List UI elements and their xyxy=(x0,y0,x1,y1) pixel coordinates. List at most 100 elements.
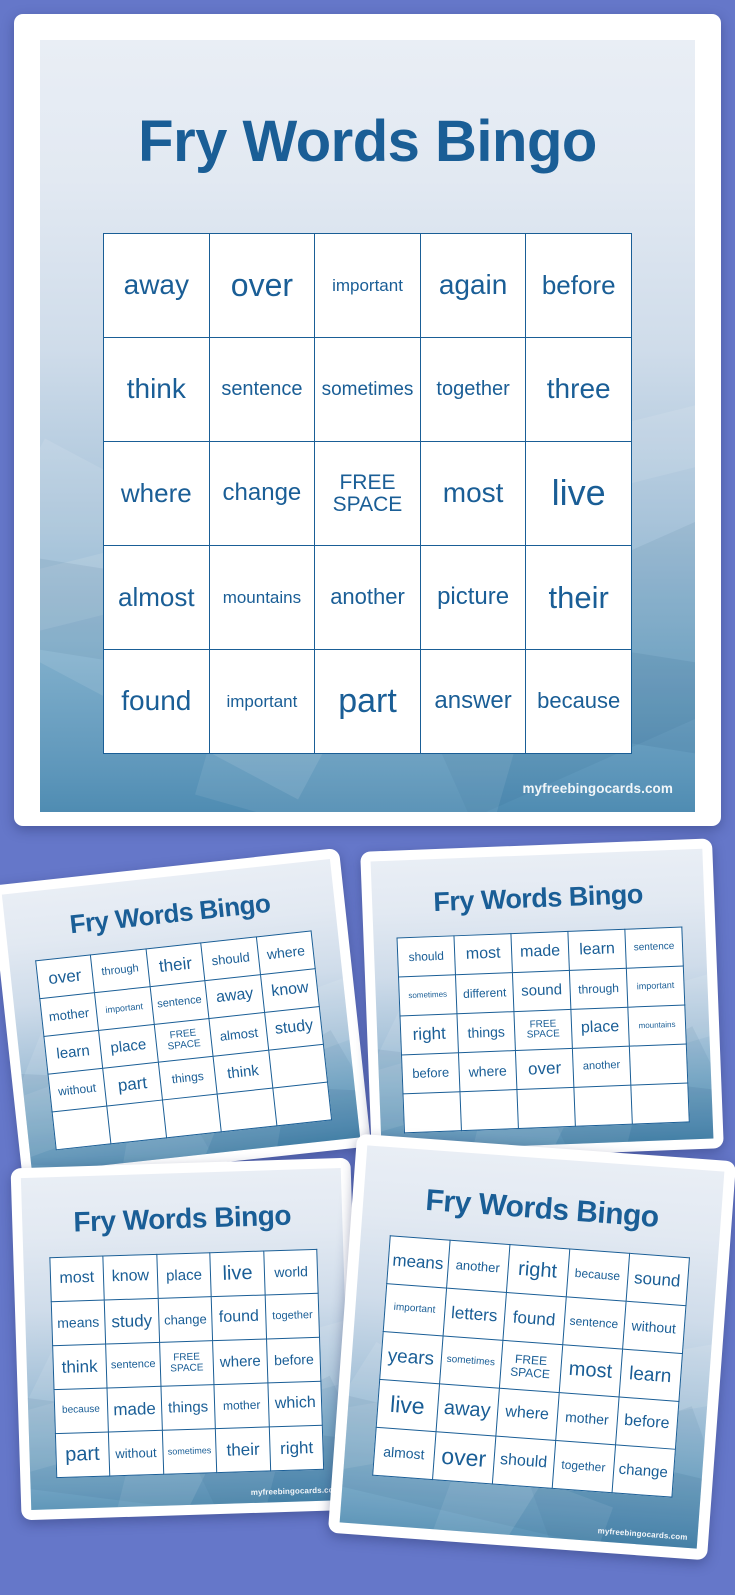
main-bingo-cell[interactable]: part xyxy=(314,649,421,754)
card-4-bingo-cell[interactable]: sometimes xyxy=(162,1428,218,1475)
main-bingo-cell[interactable]: because xyxy=(525,649,632,754)
card-3-bingo-cell[interactable] xyxy=(573,1085,633,1127)
card-5-bingo-cell[interactable]: away xyxy=(435,1383,499,1437)
card-3-bingo-cell[interactable]: sentence xyxy=(624,927,684,969)
card-3-bingo-cell[interactable]: where xyxy=(458,1050,517,1092)
main-bingo-cell[interactable]: most xyxy=(419,441,527,546)
card-2-bingo-cell[interactable]: things xyxy=(158,1056,218,1101)
card-3-bingo-cell[interactable]: sound xyxy=(512,970,571,1012)
card-4-bingo-cell[interactable]: study xyxy=(104,1298,160,1345)
main-bingo-cell[interactable]: over xyxy=(208,233,316,338)
card-2-bingo-cell[interactable]: where xyxy=(256,930,316,975)
card-4-bingo-cell[interactable]: right xyxy=(269,1425,325,1471)
card-4-bingo-cell[interactable]: know xyxy=(102,1254,158,1301)
card-4-bingo-cell[interactable]: most xyxy=(49,1256,105,1302)
preview-card-2[interactable]: Fry Words Bingo over through their should wh… xyxy=(0,847,372,1185)
card-2-bingo-cell[interactable]: sentence xyxy=(149,980,210,1025)
card-3-bingo-free-space[interactable]: FREE SPACE xyxy=(513,1009,573,1051)
card-4-bingo-cell[interactable]: change xyxy=(157,1296,213,1343)
card-2-bingo-cell[interactable]: over xyxy=(35,954,95,999)
card-4-bingo-cell[interactable]: found xyxy=(211,1294,267,1341)
card-4-bingo-cell[interactable]: sentence xyxy=(105,1342,161,1389)
card-3-bingo-cell[interactable]: through xyxy=(569,968,628,1010)
card-5-bingo-cell[interactable]: almost xyxy=(372,1427,436,1480)
card-2-bingo-cell[interactable] xyxy=(217,1088,277,1132)
card-5-bingo-cell[interactable]: sometimes xyxy=(439,1335,503,1389)
main-bingo-cell[interactable]: almost xyxy=(103,545,210,650)
card-5-bingo-cell[interactable]: important xyxy=(382,1283,447,1336)
card-3-bingo-cell[interactable]: mountains xyxy=(627,1005,687,1047)
main-bingo-cell[interactable]: where xyxy=(103,441,210,546)
card-5-bingo-cell[interactable]: should xyxy=(491,1436,556,1489)
card-4-bingo-free-space[interactable]: FREE SPACE xyxy=(159,1340,215,1387)
main-bingo-cell[interactable]: mountains xyxy=(208,545,316,650)
card-3-bingo-cell[interactable]: most xyxy=(453,933,513,975)
main-bingo-cell[interactable]: before xyxy=(525,233,632,338)
card-5-bingo-cell[interactable]: means xyxy=(386,1235,450,1289)
card-4-bingo-cell[interactable]: where xyxy=(212,1338,268,1385)
card-5-bingo-cell[interactable]: live xyxy=(375,1379,440,1432)
card-2-bingo-cell[interactable]: think xyxy=(213,1050,273,1095)
card-2-bingo-cell[interactable]: their xyxy=(145,942,206,987)
card-4-bingo-cell[interactable]: means xyxy=(50,1300,106,1346)
card-2-bingo-cell[interactable]: important xyxy=(94,986,154,1031)
card-3-bingo-cell[interactable]: sometimes xyxy=(398,974,457,1016)
preview-card-4[interactable]: Fry Words Bingo most know place live world me… xyxy=(10,1157,362,1521)
main-bingo-cell[interactable]: live xyxy=(525,441,632,546)
card-2-bingo-cell[interactable]: learn xyxy=(43,1030,103,1075)
card-2-bingo-cell[interactable]: through xyxy=(90,948,150,993)
card-4-bingo-cell[interactable]: world xyxy=(263,1249,319,1295)
card-3-bingo-cell[interactable] xyxy=(630,1082,690,1125)
card-2-bingo-cell[interactable]: part xyxy=(102,1062,163,1107)
main-bingo-cell[interactable]: answer xyxy=(419,649,527,754)
card-3-bingo-cell[interactable]: made xyxy=(510,931,570,973)
card-2-bingo-cell[interactable] xyxy=(268,1044,328,1089)
card-5-bingo-cell[interactable]: because xyxy=(565,1248,630,1302)
main-bingo-cell[interactable]: sentence xyxy=(208,337,316,442)
card-5-bingo-cell[interactable]: another xyxy=(446,1240,510,1293)
card-2-bingo-cell[interactable]: without xyxy=(47,1068,107,1113)
card-5-bingo-cell[interactable]: letters xyxy=(442,1288,506,1341)
card-4-bingo-cell[interactable]: made xyxy=(107,1386,163,1432)
card-4-bingo-cell[interactable]: before xyxy=(266,1337,322,1383)
card-5-bingo-cell[interactable]: right xyxy=(505,1244,570,1297)
preview-card-3[interactable]: Fry Words Bingo should most made learn sente… xyxy=(360,838,724,1162)
main-bingo-cell[interactable]: another xyxy=(314,545,421,650)
preview-card-5[interactable]: Fry Words Bingo means another right because… xyxy=(327,1133,735,1561)
card-2-bingo-cell[interactable] xyxy=(272,1082,333,1126)
card-3-bingo-cell[interactable]: place xyxy=(570,1007,630,1049)
card-3-bingo-cell[interactable]: different xyxy=(455,972,514,1014)
card-3-bingo-cell[interactable]: over xyxy=(515,1048,574,1090)
card-2-bingo-cell[interactable] xyxy=(162,1094,222,1138)
card-2-bingo-cell[interactable]: place xyxy=(98,1024,159,1069)
card-2-bingo-cell[interactable]: should xyxy=(201,936,261,981)
main-bingo-cell[interactable]: away xyxy=(103,233,210,338)
card-4-bingo-cell[interactable]: think xyxy=(52,1344,108,1390)
card-5-bingo-cell[interactable]: over xyxy=(432,1431,496,1484)
card-2-bingo-cell[interactable]: mother xyxy=(39,992,99,1037)
card-2-bingo-cell[interactable]: know xyxy=(260,968,320,1013)
card-5-bingo-cell[interactable]: sound xyxy=(625,1253,689,1306)
card-4-bingo-cell[interactable]: things xyxy=(160,1384,216,1431)
card-5-bingo-free-space[interactable]: FREE SPACE xyxy=(498,1340,563,1393)
card-3-bingo-cell[interactable]: should xyxy=(397,935,456,977)
card-2-bingo-cell[interactable]: almost xyxy=(209,1012,269,1057)
card-5-bingo-cell[interactable]: before xyxy=(615,1396,679,1450)
card-4-bingo-cell[interactable]: because xyxy=(53,1388,109,1434)
card-5-bingo-cell[interactable]: sentence xyxy=(562,1296,626,1350)
card-3-bingo-cell[interactable] xyxy=(459,1089,519,1131)
card-2-bingo-cell[interactable] xyxy=(51,1106,112,1150)
card-3-bingo-cell[interactable]: important xyxy=(626,966,685,1008)
card-2-bingo-cell[interactable] xyxy=(106,1100,167,1144)
card-4-bingo-cell[interactable]: place xyxy=(156,1252,212,1299)
main-bingo-cell[interactable]: change xyxy=(208,441,316,546)
main-bingo-cell[interactable]: sometimes xyxy=(314,337,421,442)
card-2-bingo-free-space[interactable]: FREE SPACE xyxy=(153,1018,214,1063)
main-bingo-cell[interactable]: important xyxy=(208,649,316,754)
card-5-bingo-cell[interactable]: most xyxy=(558,1344,623,1397)
card-4-bingo-cell[interactable]: together xyxy=(265,1293,320,1339)
main-bingo-cell[interactable]: three xyxy=(525,337,632,442)
card-5-bingo-cell[interactable]: together xyxy=(551,1440,616,1493)
main-bingo-cell[interactable]: together xyxy=(419,337,527,442)
card-3-bingo-cell[interactable]: before xyxy=(401,1052,460,1094)
